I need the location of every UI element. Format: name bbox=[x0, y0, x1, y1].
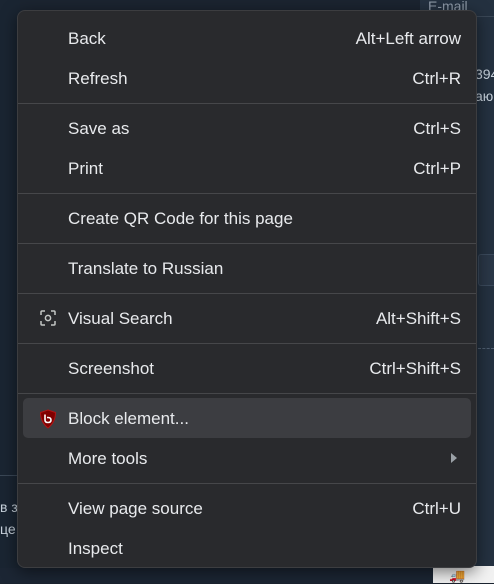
delivery-icon: 🚚 bbox=[449, 568, 466, 583]
menu-item-back[interactable]: Back Alt+Left arrow bbox=[23, 18, 471, 58]
menu-item-label: Inspect bbox=[68, 539, 123, 558]
menu-item-translate[interactable]: Translate to Russian bbox=[23, 248, 471, 288]
menu-item-label: Create QR Code for this page bbox=[68, 209, 293, 228]
menu-item-shortcut: Alt+Shift+S bbox=[375, 309, 461, 328]
menu-item-shortcut: Ctrl+S bbox=[413, 119, 461, 138]
context-menu: Back Alt+Left arrow Refresh Ctrl+R Save … bbox=[17, 10, 477, 568]
chevron-right-icon bbox=[451, 453, 457, 463]
menu-item-label: Block element... bbox=[68, 409, 189, 428]
menu-item-label: Visual Search bbox=[68, 309, 173, 328]
background-text-fragment: 394 bbox=[475, 66, 494, 82]
background-button bbox=[478, 254, 494, 286]
background-divider bbox=[478, 348, 494, 349]
background-text-fragment: це bbox=[0, 521, 16, 537]
background-page-bottom bbox=[0, 568, 494, 583]
background-text-fragment: аю bbox=[475, 88, 494, 104]
menu-item-visual-search[interactable]: Visual Search Alt+Shift+S bbox=[23, 298, 471, 338]
menu-item-label: Screenshot bbox=[68, 359, 154, 378]
menu-separator bbox=[18, 243, 476, 244]
menu-item-shortcut: Alt+Left arrow bbox=[355, 29, 461, 48]
menu-item-shortcut: Ctrl+U bbox=[412, 499, 461, 518]
menu-item-label: Print bbox=[68, 159, 103, 178]
menu-item-label: View page source bbox=[68, 499, 203, 518]
menu-item-create-qr-code[interactable]: Create QR Code for this page bbox=[23, 198, 471, 238]
menu-separator bbox=[18, 193, 476, 194]
menu-item-print[interactable]: Print Ctrl+P bbox=[23, 148, 471, 188]
menu-separator bbox=[18, 483, 476, 484]
menu-item-shortcut: Ctrl+R bbox=[412, 69, 461, 88]
menu-item-shortcut: Ctrl+Shift+S bbox=[369, 359, 461, 378]
visual-search-icon bbox=[39, 309, 57, 327]
menu-separator bbox=[18, 393, 476, 394]
menu-item-label: Refresh bbox=[68, 69, 128, 88]
menu-item-screenshot[interactable]: Screenshot Ctrl+Shift+S bbox=[23, 348, 471, 388]
menu-item-label: Back bbox=[68, 29, 106, 48]
menu-item-label: More tools bbox=[68, 449, 148, 468]
menu-item-shortcut: Ctrl+P bbox=[413, 159, 461, 178]
menu-separator bbox=[18, 343, 476, 344]
background-text-fragment: в з bbox=[0, 499, 18, 515]
menu-item-view-page-source[interactable]: View page source Ctrl+U bbox=[23, 488, 471, 528]
menu-item-block-element[interactable]: Block element... bbox=[23, 398, 471, 438]
menu-item-more-tools[interactable]: More tools bbox=[23, 438, 471, 478]
menu-item-label: Translate to Russian bbox=[68, 259, 224, 278]
menu-item-label: Save as bbox=[68, 119, 130, 138]
menu-item-inspect[interactable]: Inspect bbox=[23, 528, 471, 568]
menu-item-save-as[interactable]: Save as Ctrl+S bbox=[23, 108, 471, 148]
menu-item-refresh[interactable]: Refresh Ctrl+R bbox=[23, 58, 471, 98]
menu-separator bbox=[18, 103, 476, 104]
ublock-shield-icon bbox=[39, 409, 57, 429]
menu-separator bbox=[18, 293, 476, 294]
